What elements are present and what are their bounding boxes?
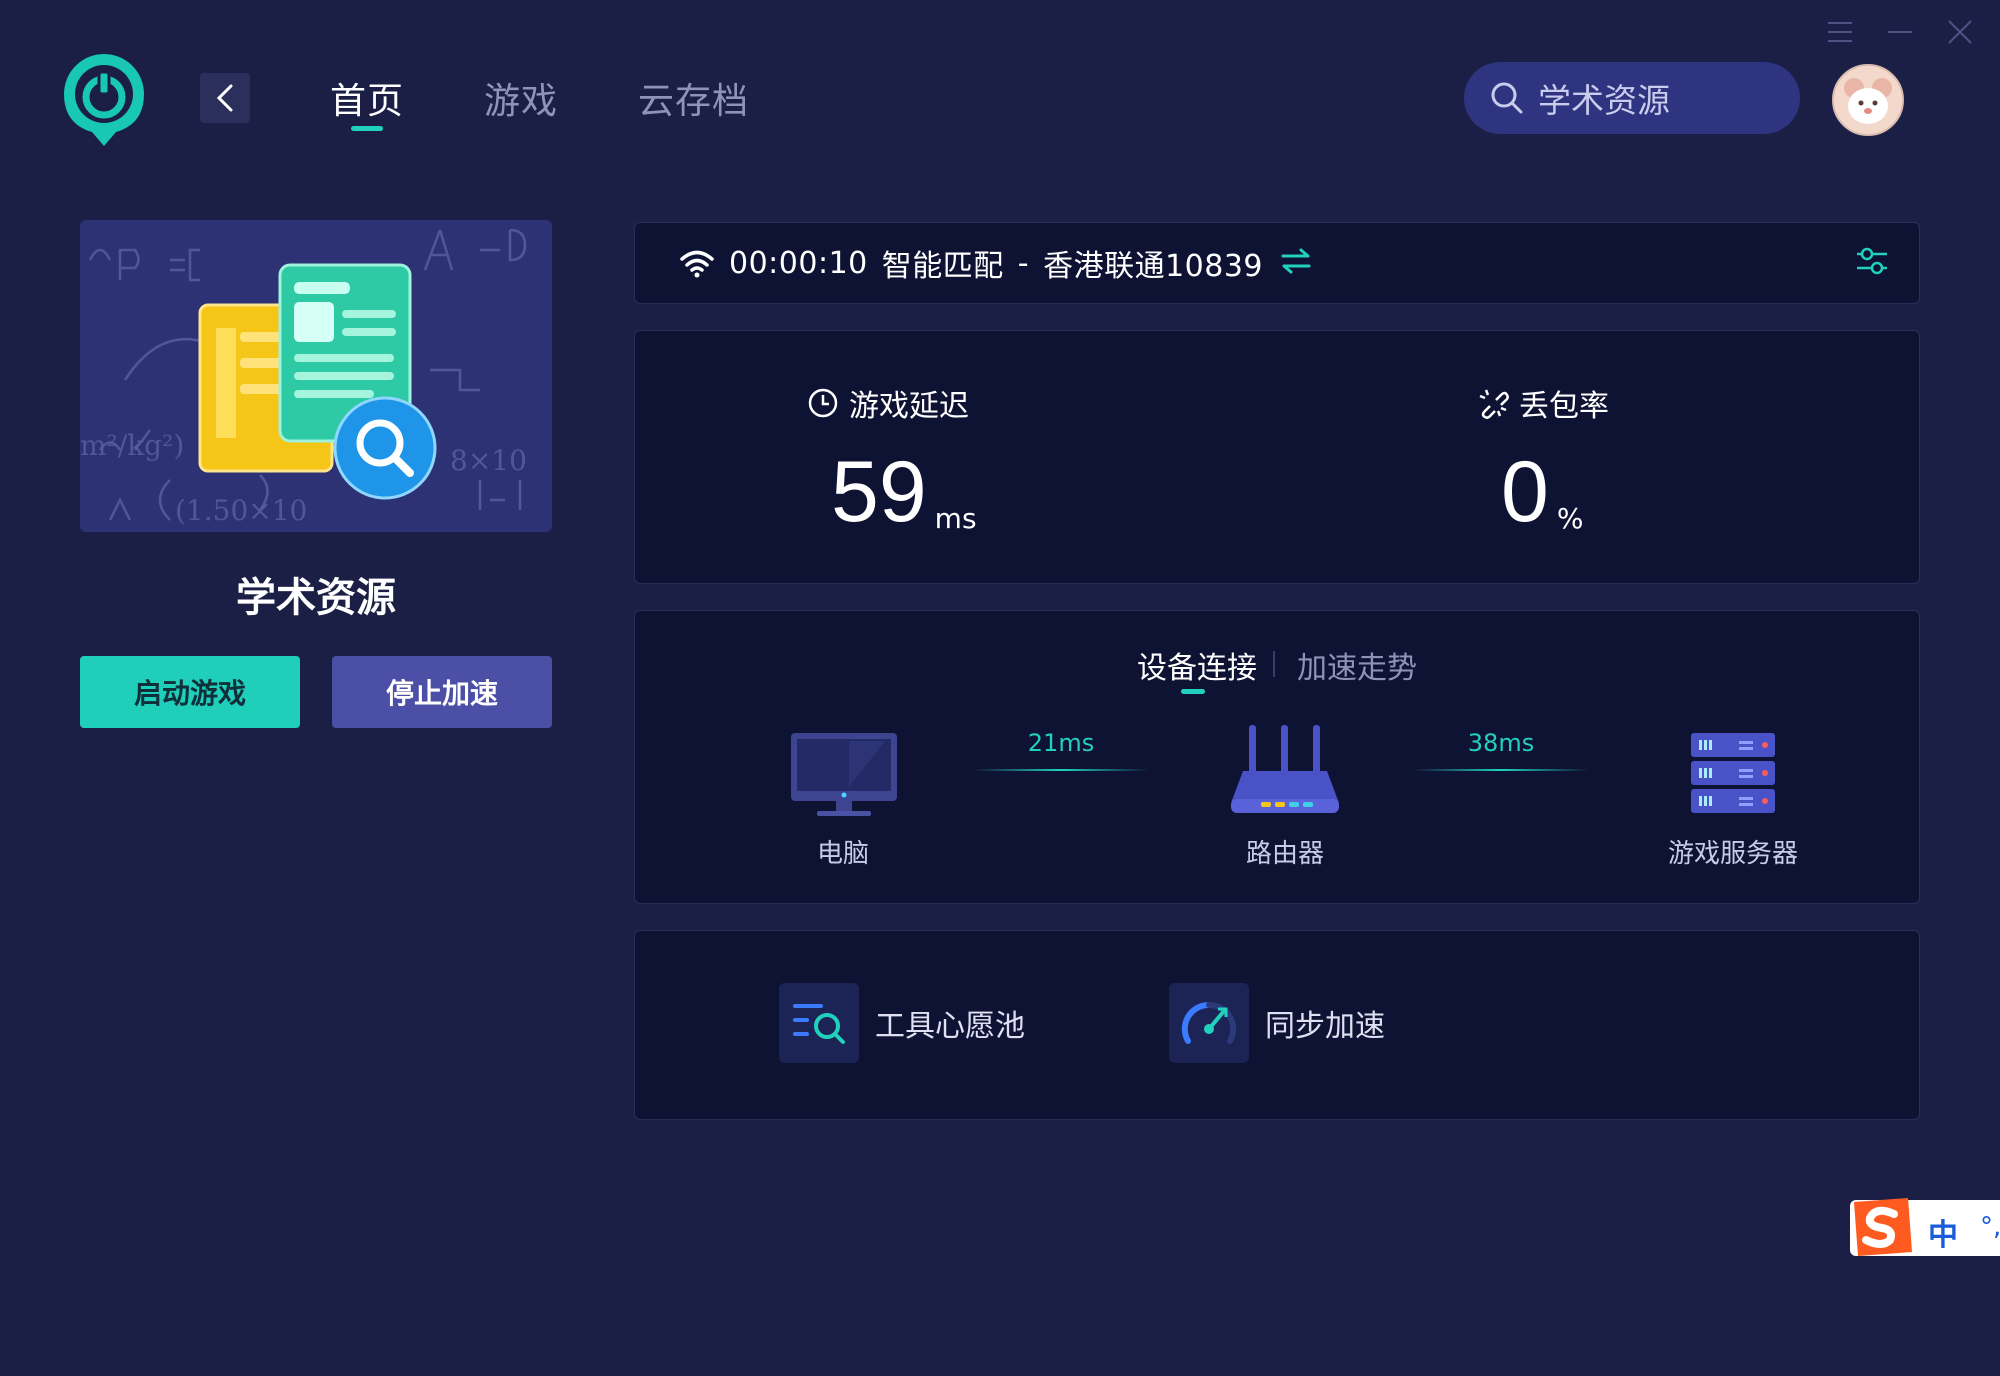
- packet-loss-value: 0: [1501, 444, 1549, 540]
- ime-punctuation-icon: °,: [1980, 1212, 2000, 1242]
- close-button[interactable]: [1942, 14, 1978, 50]
- ime-toolbar[interactable]: 中 °,: [1850, 1198, 2000, 1256]
- tool-sync-acceleration[interactable]: 同步加速: [1169, 983, 1385, 1063]
- avatar-image: [1834, 66, 1902, 134]
- stop-acceleration-button[interactable]: 停止加速: [332, 656, 552, 728]
- broken-link-icon: [1479, 389, 1509, 419]
- tab-device-connection[interactable]: 设备连接: [1137, 643, 1257, 687]
- minimize-button[interactable]: [1882, 14, 1918, 50]
- latency-unit: ms: [934, 502, 977, 535]
- packet-loss-unit: %: [1556, 502, 1584, 535]
- router-node-icon: [1229, 721, 1341, 821]
- server-name: 香港联通10839: [1043, 249, 1264, 284]
- nav-tab-games[interactable]: 游戏: [484, 72, 558, 124]
- start-game-button[interactable]: 启动游戏: [80, 656, 300, 728]
- app-logo: [62, 52, 146, 148]
- clock-icon: [808, 388, 838, 418]
- packet-loss-label-group: 丢包率: [1477, 381, 1609, 425]
- server-node-icon: [1689, 731, 1777, 821]
- status-separator: -: [1017, 245, 1030, 281]
- settings-button[interactable]: [1855, 246, 1889, 280]
- search-value: 学术资源: [1538, 81, 1670, 120]
- latency-value-group: 59 ms: [831, 449, 977, 535]
- pc-node-icon: [789, 731, 899, 825]
- swap-icon: [1281, 248, 1311, 274]
- router-server-latency: 38ms: [1467, 729, 1535, 757]
- latency-label-group: 游戏延迟: [807, 381, 969, 425]
- server-node-label: 游戏服务器: [1667, 839, 1798, 869]
- game-banner: 8×10 (1.50×10 m²/kg²): [80, 220, 552, 532]
- sliders-icon: [1857, 247, 1887, 275]
- tab-acceleration-trend[interactable]: 加速走势: [1297, 643, 1417, 687]
- svg-text:8×10: 8×10: [450, 444, 527, 477]
- wish-pool-label: 工具心愿池: [875, 1009, 1025, 1044]
- server-icon: [1691, 733, 1775, 813]
- router-node-label: 路由器: [1245, 839, 1324, 869]
- nav-active-indicator: [351, 126, 383, 131]
- sogou-icon: [1854, 1198, 1912, 1256]
- speedometer-icon: [1169, 983, 1249, 1063]
- search-icon: [1491, 82, 1523, 114]
- menu-icon: [1828, 22, 1852, 42]
- back-button[interactable]: [200, 73, 250, 123]
- pc-router-link: [973, 769, 1149, 771]
- packet-loss-label: 丢包率: [1519, 389, 1609, 424]
- close-icon: [1948, 20, 1972, 44]
- sync-acceleration-label: 同步加速: [1265, 1009, 1385, 1044]
- router-server-link: [1413, 769, 1589, 771]
- connection-panel: 设备连接 加速走势 电脑 21ms 路由器 38ms 游戏服务器: [634, 610, 1920, 904]
- match-mode: 智能匹配: [881, 249, 1004, 284]
- tools-panel: 工具心愿池 同步加速: [634, 930, 1920, 1120]
- metrics-panel: 游戏延迟 59 ms 丢包率 0 %: [634, 330, 1920, 584]
- chevron-left-icon: [216, 84, 233, 112]
- router-icon: [1231, 725, 1339, 813]
- nav-tab-cloud-save[interactable]: 云存档: [638, 72, 749, 124]
- computer-icon: [791, 733, 897, 816]
- latency-value: 59: [831, 444, 927, 540]
- pc-node-label: 电脑: [816, 839, 869, 869]
- elapsed-timer: 00:00:10: [729, 245, 868, 281]
- wifi-icon: [680, 250, 714, 278]
- tool-wish-pool[interactable]: 工具心愿池: [779, 983, 1025, 1063]
- tab-active-indicator: [1181, 689, 1205, 694]
- tab-divider: [1273, 651, 1275, 677]
- search-input[interactable]: 学术资源: [1464, 62, 1800, 134]
- acceleration-status-bar: 00:00:10 智能匹配 - 香港联通10839: [634, 222, 1920, 304]
- user-avatar[interactable]: [1832, 64, 1904, 136]
- switch-server-button[interactable]: [1281, 248, 1311, 278]
- game-title: 学术资源: [236, 575, 396, 621]
- svg-text:(1.50×10: (1.50×10: [175, 494, 307, 527]
- ime-mode-label: 中: [1928, 1218, 1958, 1253]
- pc-router-latency: 21ms: [1027, 729, 1095, 757]
- latency-label: 游戏延迟: [849, 389, 969, 424]
- nav-tab-home[interactable]: 首页: [330, 72, 404, 124]
- minimize-icon: [1888, 31, 1912, 33]
- wish-pool-icon: [779, 983, 859, 1063]
- menu-button[interactable]: [1822, 14, 1858, 50]
- svg-text:m²/kg²): m²/kg²): [80, 429, 184, 462]
- packet-loss-value-group: 0 %: [1501, 449, 1583, 535]
